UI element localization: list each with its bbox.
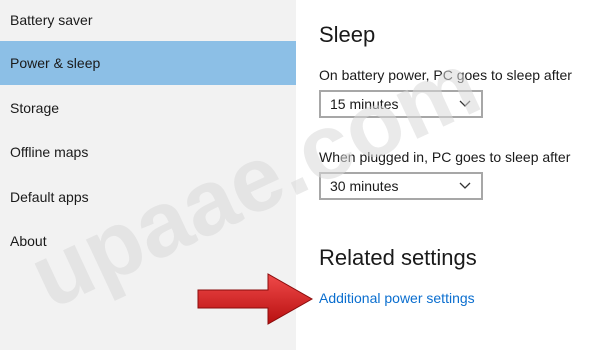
sidebar-item-label: Default apps	[10, 189, 89, 205]
sidebar-item-label: Power & sleep	[10, 55, 101, 71]
sleep-heading: Sleep	[319, 22, 376, 47]
additional-power-settings-link[interactable]: Additional power settings	[319, 290, 475, 306]
sidebar-item-label: Offline maps	[10, 144, 89, 160]
sidebar-item-offline-maps[interactable]: Offline maps	[0, 130, 296, 174]
plugged-sleep-dropdown[interactable]: 30 minutes	[319, 172, 483, 200]
plugged-sleep-value: 30 minutes	[330, 178, 399, 194]
settings-content: Sleep On battery power, PC goes to sleep…	[296, 0, 593, 350]
sidebar-item-label: Battery saver	[10, 12, 93, 28]
sidebar-item-battery-saver[interactable]: Battery saver	[0, 0, 296, 40]
battery-sleep-label: On battery power, PC goes to sleep after	[319, 67, 572, 83]
sidebar-item-about[interactable]: About	[0, 219, 296, 263]
related-settings-heading: Related settings	[319, 245, 477, 270]
sidebar-item-storage[interactable]: Storage	[0, 86, 296, 130]
battery-sleep-value: 15 minutes	[330, 96, 399, 112]
chevron-down-icon	[459, 100, 471, 107]
sidebar-item-default-apps[interactable]: Default apps	[0, 175, 296, 219]
chevron-down-icon	[459, 182, 471, 189]
sidebar-item-label: About	[10, 233, 47, 249]
right-arrow-icon	[197, 273, 314, 325]
battery-sleep-dropdown[interactable]: 15 minutes	[319, 90, 483, 118]
sidebar-item-power-sleep[interactable]: Power & sleep	[0, 41, 296, 85]
plugged-sleep-label: When plugged in, PC goes to sleep after	[319, 149, 571, 165]
sidebar-item-label: Storage	[10, 100, 60, 116]
